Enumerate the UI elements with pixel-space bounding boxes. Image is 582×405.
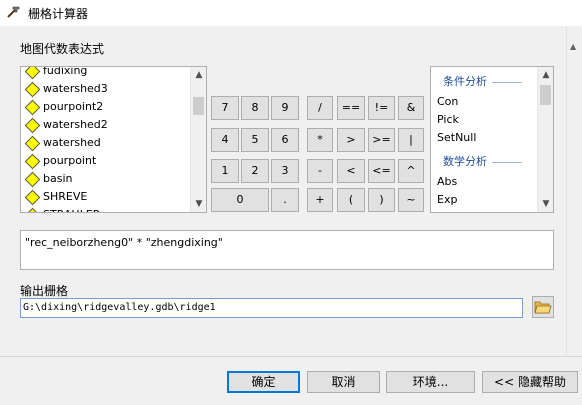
raster-layer-icon [24,135,41,152]
raster-calculator-icon [7,6,20,18]
scroll-down-icon[interactable]: ▼ [191,196,206,212]
key-8-button[interactable]: 8 [241,96,269,120]
tool-scroll-thumb[interactable] [540,85,551,105]
scroll-up-icon[interactable]: ▲ [191,67,206,83]
not-button[interactable]: ~ [398,188,424,212]
raster-layer-icon [24,67,41,80]
decimal-button[interactable]: . [271,188,299,212]
close-paren-button[interactable]: ) [368,188,395,212]
math-header-label: 数学分析 [443,155,487,168]
layer-list-item[interactable]: watershed3 [21,80,191,98]
cancel-button[interactable]: 取消 [307,371,380,393]
key-0-button[interactable]: 0 [211,188,269,212]
title-bar: 栅格计算器 [0,0,582,26]
key-4-button[interactable]: 4 [211,128,239,152]
layer-list-item[interactable]: STRAHLER [21,206,191,212]
layer-name: watershed2 [43,118,108,131]
minus-button[interactable]: - [307,159,333,183]
math-header: 数学分析 [443,153,522,169]
tool-item-con[interactable]: Con [437,95,458,108]
layer-items: fudixing watershed3 pourpoint2 watershed2 wa… [21,66,191,212]
scroll-up-icon[interactable]: ▲ [538,67,553,83]
and-button[interactable]: & [398,96,424,120]
layer-name: pourpoint [43,154,97,167]
greater-button[interactable]: > [337,128,365,152]
layer-name: fudixing [43,66,88,77]
layer-list[interactable]: fudixing watershed3 pourpoint2 watershed2 wa… [20,66,207,213]
tool-item-pick[interactable]: Pick [437,113,459,126]
raster-layer-icon [24,171,41,188]
layer-list-item[interactable]: SHREVE [21,188,191,206]
folder-open-icon [534,301,552,314]
xor-button[interactable]: ^ [398,159,424,183]
layer-list-scrollbar[interactable]: ▲ ▼ [190,67,206,212]
layer-name: basin [43,172,73,185]
layer-list-item[interactable]: watershed2 [21,116,191,134]
layer-list-item[interactable]: watershed [21,134,191,152]
ok-button[interactable]: 确定 [227,371,300,393]
output-raster-label: 输出栅格 [20,284,69,298]
map-algebra-label: 地图代数表达式 [20,42,105,56]
key-2-button[interactable]: 2 [241,159,269,183]
conditional-header-label: 条件分析 [443,75,487,88]
raster-layer-icon [24,153,41,170]
separator [0,356,582,357]
raster-layer-icon [24,189,41,206]
dialog-body: ▲ 地图代数表达式 fudixing watershed3 pourpoint2 wa… [0,26,582,405]
output-raster-input[interactable]: G:\dixing\ridgevalley.gdb\ridge1 [20,298,523,318]
equal-button[interactable]: == [337,96,365,120]
key-7-button[interactable]: 7 [211,96,239,120]
key-6-button[interactable]: 6 [271,128,299,152]
layer-list-item[interactable]: fudixing [21,66,191,80]
plus-button[interactable]: + [307,188,333,212]
key-1-button[interactable]: 1 [211,159,239,183]
raster-layer-icon [24,99,41,116]
environments-button[interactable]: 环境... [386,371,475,393]
browse-button[interactable] [532,296,554,318]
conditional-header: 条件分析 [443,73,522,89]
layer-name: watershed [43,136,101,149]
divide-button[interactable]: / [307,96,333,120]
layer-name: watershed3 [43,82,108,95]
greater-equal-button[interactable]: >= [368,128,395,152]
open-paren-button[interactable]: ( [337,188,365,212]
layer-name: STRAHLER [43,208,100,212]
not-equal-button[interactable]: != [368,96,395,120]
tool-list[interactable]: 条件分析 Con Pick SetNull 数学分析 Abs Exp ▲ ▼ [430,66,554,213]
key-3-button[interactable]: 3 [271,159,299,183]
layer-name: SHREVE [43,190,88,203]
layer-list-item[interactable]: basin [21,170,191,188]
raster-layer-icon [24,117,41,134]
layer-list-item[interactable]: pourpoint2 [21,98,191,116]
multiply-button[interactable]: * [307,128,333,152]
header-divider [492,81,522,83]
window-title: 栅格计算器 [28,7,89,21]
layer-list-item[interactable]: pourpoint [21,152,191,170]
less-button[interactable]: < [337,159,365,183]
or-button[interactable]: | [398,128,424,152]
tool-item-abs[interactable]: Abs [437,175,457,188]
header-divider [492,161,522,163]
layer-name: pourpoint2 [43,100,104,113]
tool-list-scrollbar[interactable]: ▲ ▼ [537,67,553,212]
less-equal-button[interactable]: <= [368,159,395,183]
expression-textarea[interactable]: "rec_neiborzheng0" * "zhengdixing" [20,230,554,270]
raster-layer-icon [24,207,41,212]
key-9-button[interactable]: 9 [271,96,299,120]
tool-item-exp[interactable]: Exp [437,193,457,206]
scroll-down-icon[interactable]: ▼ [538,196,553,212]
layer-scroll-thumb[interactable] [193,97,204,115]
raster-layer-icon [24,81,41,98]
key-5-button[interactable]: 5 [241,128,269,152]
hide-help-button[interactable]: << 隐藏帮助 [482,371,578,393]
dialog-scrollbar[interactable]: ▲ [566,26,582,356]
tool-item-setnull[interactable]: SetNull [437,131,476,144]
scroll-up-arrow-icon[interactable]: ▲ [570,42,576,51]
